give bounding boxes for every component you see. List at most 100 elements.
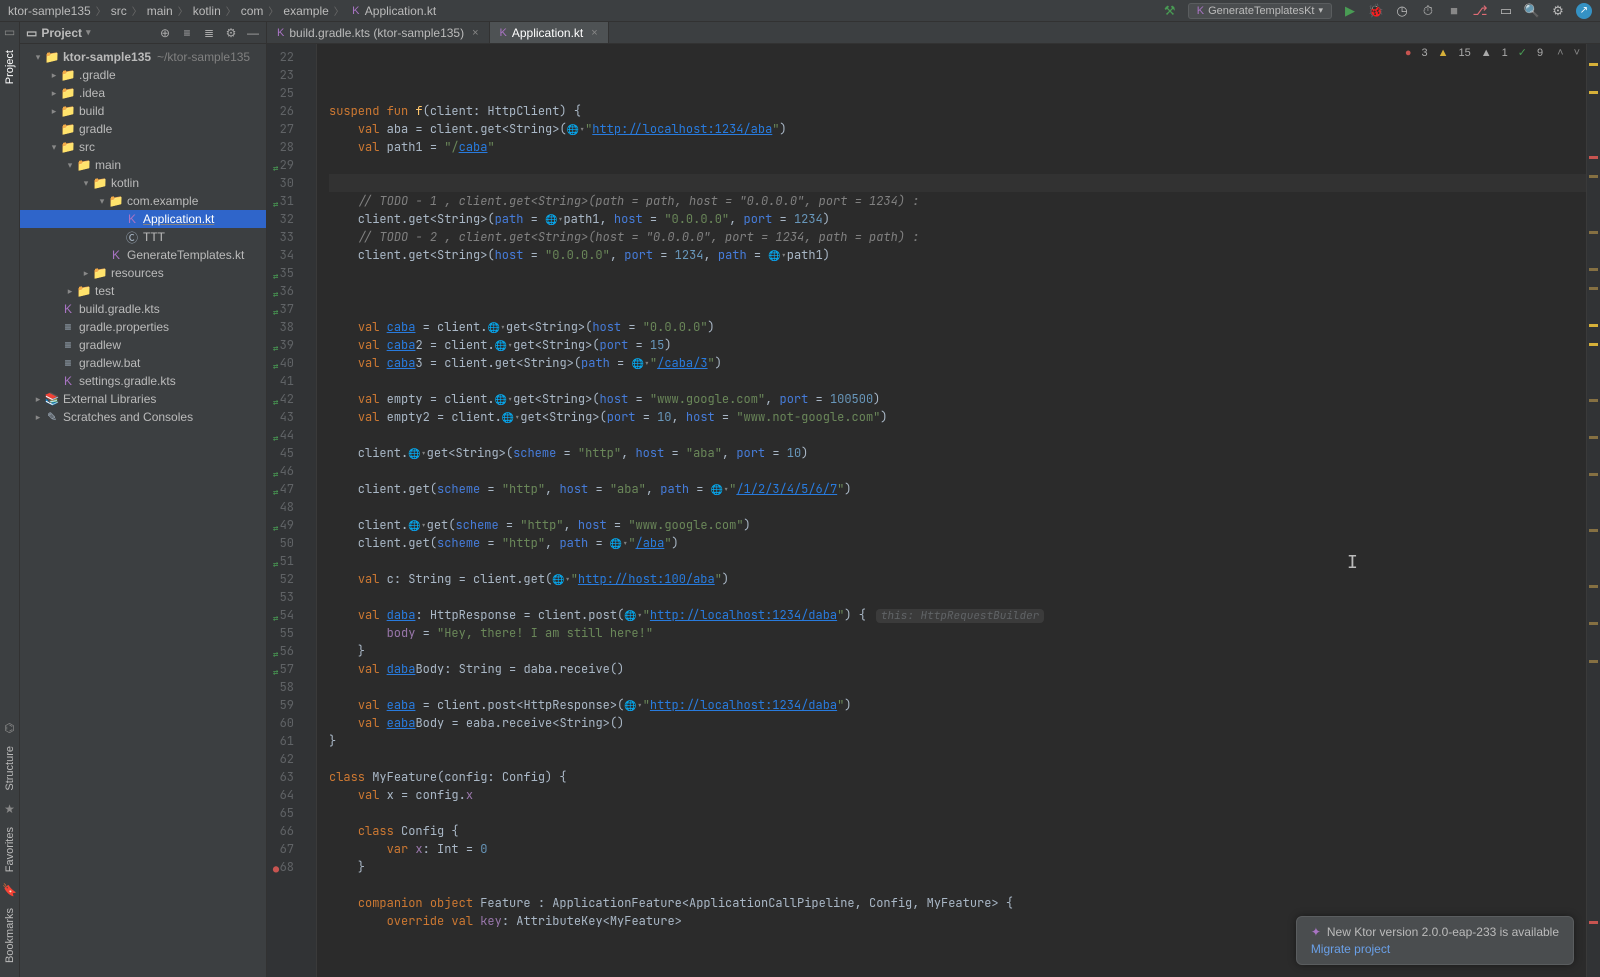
- code-line[interactable]: val x = config.x: [329, 786, 1586, 804]
- code-line[interactable]: val daba: HttpResponse = client.post(🌐▾"…: [329, 606, 1586, 624]
- code-line[interactable]: companion object Feature : ApplicationFe…: [329, 894, 1586, 912]
- tree-node[interactable]: ▾📁main: [20, 156, 266, 174]
- code-line[interactable]: val caba2 = client.🌐▾get<String>(port = …: [329, 336, 1586, 354]
- select-opened-file-icon[interactable]: ⊕: [158, 26, 172, 40]
- hide-panel-icon[interactable]: —: [246, 26, 260, 40]
- tool-structure-tab[interactable]: Structure: [2, 738, 18, 799]
- tree-node[interactable]: ▾📁ktor-sample135~/ktor-sample135: [20, 48, 266, 66]
- code-line[interactable]: val path1 = "/caba": [329, 138, 1586, 156]
- code-line[interactable]: val eaba = client.post<HttpResponse>(🌐▾"…: [329, 696, 1586, 714]
- code-line[interactable]: client.get<String>(host = "0.0.0.0", por…: [329, 246, 1586, 264]
- project-tree[interactable]: ▾📁ktor-sample135~/ktor-sample135▸📁.gradl…: [20, 44, 266, 977]
- tree-arrow-icon[interactable]: ▾: [96, 196, 108, 207]
- run-configuration-selector[interactable]: K GenerateTemplatesKt ▾: [1188, 3, 1332, 19]
- code-line[interactable]: val aba = client.get<String>(🌐▾"http://l…: [329, 120, 1586, 138]
- breadcrumb-segment[interactable]: main: [147, 4, 173, 18]
- expand-all-icon[interactable]: ≡: [180, 26, 194, 40]
- tree-node[interactable]: ▸📁.idea: [20, 84, 266, 102]
- tool-bookmarks-tab[interactable]: Bookmarks: [2, 900, 18, 971]
- code-line[interactable]: // TODO - 1 , client.get<String>(path = …: [329, 192, 1586, 210]
- breadcrumb-segment[interactable]: kotlin: [193, 4, 221, 18]
- tree-node[interactable]: ▸📁test: [20, 282, 266, 300]
- collapse-all-icon[interactable]: ≣: [202, 26, 216, 40]
- debug-icon[interactable]: 🐞: [1368, 3, 1384, 19]
- tree-arrow-icon[interactable]: ▾: [32, 52, 44, 63]
- close-tab-icon[interactable]: ×: [591, 27, 597, 39]
- code-line[interactable]: // TODO - 2 , client.get<String>(host = …: [329, 228, 1586, 246]
- profiler-icon[interactable]: ⏱: [1420, 3, 1436, 19]
- code-line[interactable]: val caba3 = client.get<String>(path = 🌐▾…: [329, 354, 1586, 372]
- build-hammer-icon[interactable]: ⚒: [1162, 3, 1178, 19]
- chevron-down-icon[interactable]: ▾: [86, 27, 91, 38]
- tree-arrow-icon[interactable]: ▸: [32, 394, 44, 405]
- code-line[interactable]: client.🌐▾get(scheme = "http", host = "ww…: [329, 516, 1586, 534]
- code-line[interactable]: val eabaBody = eaba.receive<String>(): [329, 714, 1586, 732]
- editor-tab[interactable]: KApplication.kt×: [490, 22, 609, 43]
- tree-node[interactable]: ≡gradle.properties: [20, 318, 266, 336]
- tree-node[interactable]: Ksettings.gradle.kts: [20, 372, 266, 390]
- code-line[interactable]: }: [329, 642, 1586, 660]
- tree-node[interactable]: ▾📁src: [20, 138, 266, 156]
- code-line[interactable]: val caba = client.🌐▾get<String>(host = "…: [329, 318, 1586, 336]
- code-line[interactable]: [329, 426, 1586, 444]
- editor-tabs[interactable]: Kbuild.gradle.kts (ktor-sample135)×KAppl…: [267, 22, 1600, 44]
- code-line[interactable]: [329, 552, 1586, 570]
- code-line[interactable]: val c: String = client.get(🌐▾"http://hos…: [329, 570, 1586, 588]
- breadcrumb-segment[interactable]: ktor-sample135: [8, 4, 91, 18]
- code-line[interactable]: suspend fun f(client: HttpClient) {: [329, 102, 1586, 120]
- project-tool-icon[interactable]: ▭: [0, 22, 20, 42]
- favorites-tool-icon[interactable]: ★: [0, 799, 20, 819]
- search-icon[interactable]: 🔍: [1524, 3, 1540, 19]
- tool-favorites-tab[interactable]: Favorites: [2, 819, 18, 880]
- error-stripe[interactable]: [1586, 44, 1600, 977]
- breadcrumb-segment[interactable]: example: [283, 4, 328, 18]
- structure-tool-icon[interactable]: ⌬: [0, 718, 20, 738]
- code-line[interactable]: [329, 282, 1586, 300]
- tree-node[interactable]: ▾📁com.example: [20, 192, 266, 210]
- tree-arrow-icon[interactable]: ▾: [64, 160, 76, 171]
- tree-node[interactable]: ▸📚External Libraries: [20, 390, 266, 408]
- close-tab-icon[interactable]: ×: [472, 27, 478, 39]
- tree-arrow-icon[interactable]: ▸: [64, 286, 76, 297]
- tree-node[interactable]: 📁gradle: [20, 120, 266, 138]
- tree-node[interactable]: ≡gradlew.bat: [20, 354, 266, 372]
- coverage-icon[interactable]: ◷: [1394, 3, 1410, 19]
- breadcrumb-segment[interactable]: com: [241, 4, 264, 18]
- tree-node[interactable]: Kbuild.gradle.kts: [20, 300, 266, 318]
- code-line[interactable]: [329, 264, 1586, 282]
- git-icon[interactable]: ⎇: [1472, 3, 1488, 19]
- error-gutter-icon[interactable]: ●: [273, 861, 279, 879]
- settings-icon[interactable]: ⚙: [1550, 3, 1566, 19]
- code-line[interactable]: client.get(scheme = "http", host = "aba"…: [329, 480, 1586, 498]
- tree-arrow-icon[interactable]: ▸: [32, 412, 44, 423]
- tree-node[interactable]: ▸✎Scratches and Consoles: [20, 408, 266, 426]
- code-line[interactable]: [329, 750, 1586, 768]
- tree-arrow-icon[interactable]: ▾: [80, 178, 92, 189]
- tree-node[interactable]: ▸📁resources: [20, 264, 266, 282]
- editor-tab[interactable]: Kbuild.gradle.kts (ktor-sample135)×: [267, 22, 490, 43]
- notification-popup[interactable]: ✦ New Ktor version 2.0.0-eap-233 is avai…: [1296, 916, 1574, 965]
- code-line[interactable]: val empty = client.🌐▾get<String>(host = …: [329, 390, 1586, 408]
- run-icon[interactable]: ▶: [1342, 3, 1358, 19]
- code-line[interactable]: [329, 678, 1586, 696]
- breadcrumb-segment[interactable]: Application.kt: [365, 4, 436, 18]
- code-line[interactable]: [329, 174, 1586, 192]
- tree-node[interactable]: ⒸTTT: [20, 228, 266, 246]
- tree-arrow-icon[interactable]: ▸: [48, 88, 60, 99]
- code-line[interactable]: val dabaBody: String = daba.receive(): [329, 660, 1586, 678]
- tree-arrow-icon[interactable]: ▾: [48, 142, 60, 153]
- structure-icon[interactable]: ▭: [1498, 3, 1514, 19]
- code-line[interactable]: [329, 876, 1586, 894]
- bookmarks-tool-icon[interactable]: 🔖: [0, 880, 20, 900]
- stop-icon[interactable]: ■: [1446, 3, 1462, 19]
- editor-code[interactable]: 𝙸 suspend fun f(client: HttpClient) { va…: [317, 44, 1586, 977]
- code-line[interactable]: val empty2 = client.🌐▾get<String>(port =…: [329, 408, 1586, 426]
- notification-link[interactable]: Migrate project: [1311, 942, 1559, 956]
- code-line[interactable]: [329, 372, 1586, 390]
- code-line[interactable]: [329, 588, 1586, 606]
- tree-arrow-icon[interactable]: ▸: [48, 70, 60, 81]
- tree-node[interactable]: ▸📁.gradle: [20, 66, 266, 84]
- tree-arrow-icon[interactable]: ▸: [48, 106, 60, 117]
- settings-gear-icon[interactable]: ⚙: [224, 26, 238, 40]
- code-line[interactable]: client.🌐▾get<String>(scheme = "http", ho…: [329, 444, 1586, 462]
